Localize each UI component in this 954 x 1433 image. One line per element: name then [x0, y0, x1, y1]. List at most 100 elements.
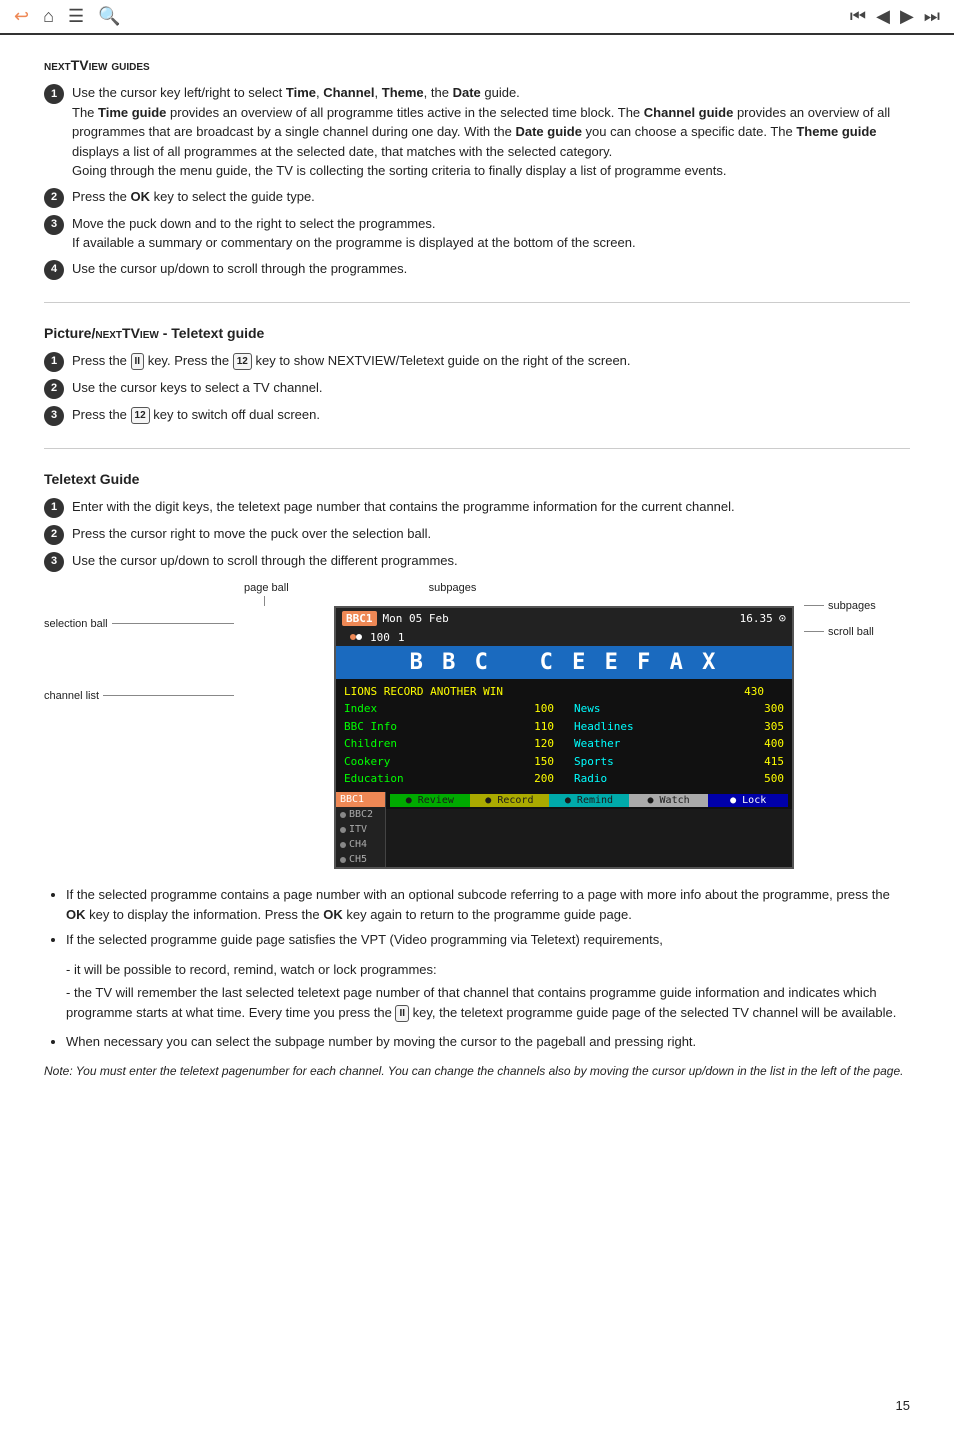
page-ball-label: page ball [244, 582, 289, 594]
ch-ch5-row: CH5 [336, 852, 385, 867]
ch-bbc2: BBC2 [349, 809, 373, 820]
diagram-left-col: selection ball channel list [44, 596, 234, 702]
footer-review: ● Review [390, 794, 470, 807]
nexttview-step-3: 3 Move the puck down and to the right to… [44, 214, 910, 253]
step-num-4: 4 [44, 260, 64, 280]
main-content: nextTView guides 1 Use the cursor key le… [0, 35, 954, 1110]
bold-theme: Theme [382, 85, 424, 100]
pt-step-2-content: Use the cursor keys to select a TV chann… [72, 378, 910, 398]
menu-icon[interactable]: ☰ [68, 6, 84, 27]
home-icon[interactable]: ⌂ [43, 6, 54, 27]
divider-1 [44, 302, 910, 303]
bold-time-guide: Time guide [98, 105, 166, 120]
tt-education: Education [344, 770, 449, 788]
tg-step-1-content: Enter with the digit keys, the teletext … [72, 497, 910, 517]
tt-num-0: 430 [554, 683, 784, 701]
tt-num-3a: 120 [449, 735, 574, 753]
tt-sub-num: 1 [398, 631, 405, 644]
step-num-1: 1 [44, 84, 64, 104]
ch-itv-dot [340, 827, 346, 833]
tt-bbcinfo: BBC Info [344, 718, 449, 736]
next-icon[interactable]: ▶ [900, 6, 914, 27]
ch-bbc1: BBC1 [340, 794, 364, 805]
bold-theme-guide: Theme guide [796, 124, 876, 139]
selection-ball-line: selection ball [44, 618, 234, 630]
bullet-3: When necessary you can select the subpag… [66, 1032, 910, 1052]
channel-logo: BBC1 [342, 611, 377, 626]
skip-back-icon[interactable]: ⏮ [850, 6, 866, 27]
ch-itv: ITV [349, 824, 367, 835]
tt-sports: Sports [574, 753, 679, 771]
bold-channel: Channel [323, 85, 374, 100]
bold-channel-guide: Channel guide [644, 105, 734, 120]
channel-list-sidebar: BBC1 BBC2 ITV [336, 792, 386, 867]
picture-teletext-section: Picture/nextTView - Teletext guide 1 Pre… [44, 325, 910, 426]
prev-icon[interactable]: ◀ [876, 6, 890, 27]
ok-bold-2: OK [323, 907, 343, 922]
tt-num-2a: 110 [449, 718, 574, 736]
ok-bold-1: OK [66, 907, 86, 922]
page-number: 15 [896, 1398, 910, 1413]
selection-ball-connector [112, 623, 234, 624]
skip-forward-icon[interactable]: ⏭ [924, 6, 940, 27]
tt-content-row-2: BBC Info 110 Headlines 305 [344, 718, 784, 736]
nexttview-section: nextTView guides 1 Use the cursor key le… [44, 57, 910, 280]
pt-step-num-3: 3 [44, 406, 64, 426]
footer-watch: ● Watch [629, 794, 709, 807]
key-ii-ref: II [395, 1005, 409, 1022]
tt-page-num: 100 [370, 631, 390, 644]
tt-page-row: 100 1 [336, 629, 792, 646]
pt-step-1: 1 Press the II key. Press the 12 key to … [44, 351, 910, 372]
nexttview-step-1: 1 Use the cursor key left/right to selec… [44, 83, 910, 181]
step-num-2: 2 [44, 188, 64, 208]
tg-step-2: 2 Press the cursor right to move the puc… [44, 524, 910, 545]
tg-step-3-content: Use the cursor up/down to scroll through… [72, 551, 910, 571]
scroll-ball-right-text: scroll ball [828, 626, 874, 638]
ok-key-ref: OK [131, 189, 151, 204]
tt-content: LIONS RECORD ANOTHER WIN 430 Index 100 N… [336, 679, 792, 793]
tg-step-num-1: 1 [44, 498, 64, 518]
teletext-title-text: Teletext Guide [44, 471, 139, 487]
tt-headlines: Headlines [574, 718, 679, 736]
teletext-bullet-3: When necessary you can select the subpag… [44, 1032, 910, 1052]
tt-radio: Radio [574, 770, 679, 788]
nexttview-step-4-content: Use the cursor up/down to scroll through… [72, 259, 910, 279]
diagram-right-col: subpages scroll ball [804, 596, 876, 638]
footer-remind: ● Remind [549, 794, 629, 807]
ch-bbc2-dot [340, 812, 346, 818]
ch-ch4-dot [340, 842, 346, 848]
tt-content-row-4: Cookery 150 Sports 415 [344, 753, 784, 771]
tt-header-row: BBC1 Mon 05 Feb 16.35 ⊙ [336, 608, 792, 629]
key-ii: II [131, 353, 145, 370]
teletext-diagram: page ball subpages selection ball channe… [44, 582, 910, 870]
tt-num-4b: 415 [679, 753, 784, 771]
diagram-main: selection ball channel list [44, 596, 910, 870]
pt-step-num-1: 1 [44, 352, 64, 372]
tt-num-1a: 100 [449, 700, 574, 718]
divider-2 [44, 448, 910, 449]
pt-step-1-content: Press the II key. Press the 12 key to sh… [72, 351, 910, 371]
teletext-steps: 1 Enter with the digit keys, the teletex… [44, 497, 910, 572]
back-icon[interactable]: ↩ [14, 6, 29, 27]
tt-news: News [574, 700, 679, 718]
pt-step-3-content: Press the 12 key to switch off dual scre… [72, 405, 910, 425]
pt-step-num-2: 2 [44, 379, 64, 399]
step-num-3: 3 [44, 215, 64, 235]
teletext-guide-title: Teletext Guide [44, 471, 910, 487]
footer-lock: ● Lock [708, 794, 788, 807]
page-ball-vert-line [264, 596, 265, 606]
ch-bbc1-row: BBC1 [336, 792, 385, 807]
bold-date: Date [453, 85, 481, 100]
pt-step-2: 2 Use the cursor keys to select a TV cha… [44, 378, 910, 399]
scroll-ball-right-label: scroll ball [804, 626, 876, 638]
tt-time: 16.35 [740, 612, 773, 625]
key-12-a: 12 [233, 353, 252, 370]
channel-list-line: channel list [44, 690, 234, 702]
teletext-bullets: If the selected programme contains a pag… [44, 885, 910, 950]
search-icon[interactable]: 🔍 [98, 6, 120, 27]
pt-step-3: 3 Press the 12 key to switch off dual sc… [44, 405, 910, 426]
nexttview-step-3-content: Move the puck down and to the right to s… [72, 214, 910, 253]
tt-children: Children [344, 735, 449, 753]
note-text: Note: You must enter the teletext pagenu… [44, 1062, 910, 1080]
scroll-ball-indicator: ⊙ [779, 611, 786, 625]
